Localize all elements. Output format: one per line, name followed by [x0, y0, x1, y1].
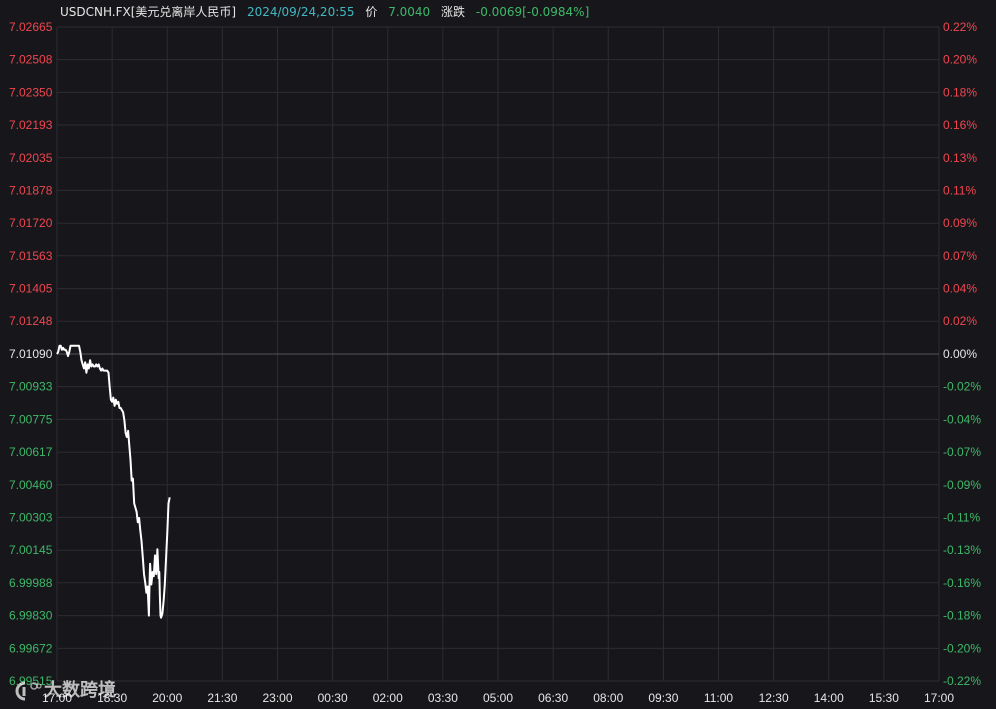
change-label: 涨跌 — [441, 5, 466, 19]
price-tick-label: 7.00460 — [9, 478, 53, 492]
percent-tick-label: 0.20% — [943, 53, 977, 67]
time-tick-label: 15:30 — [869, 691, 899, 705]
time-axis: 17:00 18:30 20:00 21:30 23:00 00:30 02:00 03:30… — [42, 691, 954, 705]
time-tick-label: 17:00 — [42, 691, 72, 705]
time-tick-label: 11:00 — [704, 691, 733, 705]
price-tick-label: 6.99988 — [9, 576, 53, 590]
time-tick-label: 23:00 — [262, 691, 292, 705]
percent-tick-label: -0.13% — [943, 543, 981, 557]
price-value: 7.0040 — [388, 5, 431, 19]
percent-tick-label: -0.20% — [943, 641, 981, 655]
time-tick-label: 00:30 — [318, 691, 348, 705]
time-tick-label: 14:00 — [814, 691, 844, 705]
time-tick-label: 09:30 — [648, 691, 678, 705]
time-tick-label: 17:00 — [924, 691, 954, 705]
price-tick-label: 7.02665 — [9, 20, 53, 34]
change-value: -0.0069[-0.0984%] — [475, 5, 590, 19]
time-tick-label: 06:30 — [538, 691, 568, 705]
price-tick-label: 7.01563 — [9, 249, 53, 263]
price-tick-label: 7.00775 — [9, 412, 53, 426]
percent-tick-label: 0.11% — [943, 183, 976, 197]
price-tick-label: 6.99830 — [9, 609, 53, 623]
time-tick-label: 02:00 — [373, 691, 403, 705]
percent-tick-label: -0.18% — [943, 609, 981, 623]
percent-tick-label: -0.02% — [943, 380, 981, 394]
price-tick-label: 7.01405 — [9, 282, 53, 296]
timestamp: 2024/09/24,20:55 — [246, 5, 355, 19]
time-tick-label: 12:30 — [759, 691, 789, 705]
percent-tick-label: -0.22% — [943, 674, 981, 688]
price-chart: 7.02665 7.02508 7.02350 7.02193 7.02035 7.018… — [9, 20, 981, 705]
time-tick-label: 08:00 — [593, 691, 623, 705]
time-tick-label: 05:00 — [483, 691, 513, 705]
price-tick-label: 7.01248 — [9, 314, 53, 328]
price-tick-label: 7.02508 — [9, 53, 53, 67]
percent-tick-label: 0.16% — [943, 118, 977, 132]
price-tick-label: 6.99672 — [9, 641, 53, 655]
price-tick-label: 7.00617 — [9, 445, 53, 459]
time-tick-label: 18:30 — [97, 691, 127, 705]
time-tick-label: 03:30 — [428, 691, 458, 705]
price-tick-label: 7.01720 — [9, 216, 53, 230]
price-label: 价 — [365, 5, 378, 19]
price-axis: 7.02665 7.02508 7.02350 7.02193 7.02035 7.018… — [9, 20, 53, 688]
percent-tick-label: 0.09% — [943, 216, 977, 230]
price-tick-label: 7.00933 — [9, 380, 53, 394]
chart-header: USDCNH.FX[美元兑离岸人民币] 2024/09/24,20:55 价 7… — [60, 4, 596, 20]
price-tick-label: 7.00303 — [9, 510, 53, 524]
percent-tick-label: 0.13% — [943, 151, 977, 165]
percent-axis: 0.22% 0.20% 0.18% 0.16% 0.13% 0.11% 0.09% 0.07%… — [943, 20, 981, 688]
percent-tick-label: 0.00% — [943, 347, 977, 361]
percent-tick-label: -0.16% — [943, 576, 981, 590]
time-tick-label: 21:30 — [207, 691, 237, 705]
price-tick-label: 7.01090 — [9, 347, 53, 361]
price-tick-label: 7.02035 — [9, 151, 53, 165]
percent-tick-label: -0.09% — [943, 478, 981, 492]
time-tick-label: 20:00 — [152, 691, 182, 705]
percent-tick-label: 0.18% — [943, 85, 977, 99]
percent-tick-label: -0.04% — [943, 412, 981, 426]
percent-tick-label: 0.04% — [943, 282, 977, 296]
price-tick-label: 7.01878 — [9, 183, 53, 197]
percent-tick-label: 0.07% — [943, 249, 977, 263]
price-tick-label: 6.99515 — [9, 674, 53, 688]
price-tick-label: 7.02193 — [9, 118, 53, 132]
symbol-name: USDCNH.FX[美元兑离岸人民币] — [60, 5, 237, 19]
percent-tick-label: 0.02% — [943, 314, 977, 328]
percent-tick-label: -0.07% — [943, 445, 981, 459]
percent-tick-label: -0.11% — [943, 510, 980, 524]
price-tick-label: 7.00145 — [9, 543, 53, 557]
price-tick-label: 7.02350 — [9, 85, 53, 99]
percent-tick-label: 0.22% — [943, 20, 977, 34]
